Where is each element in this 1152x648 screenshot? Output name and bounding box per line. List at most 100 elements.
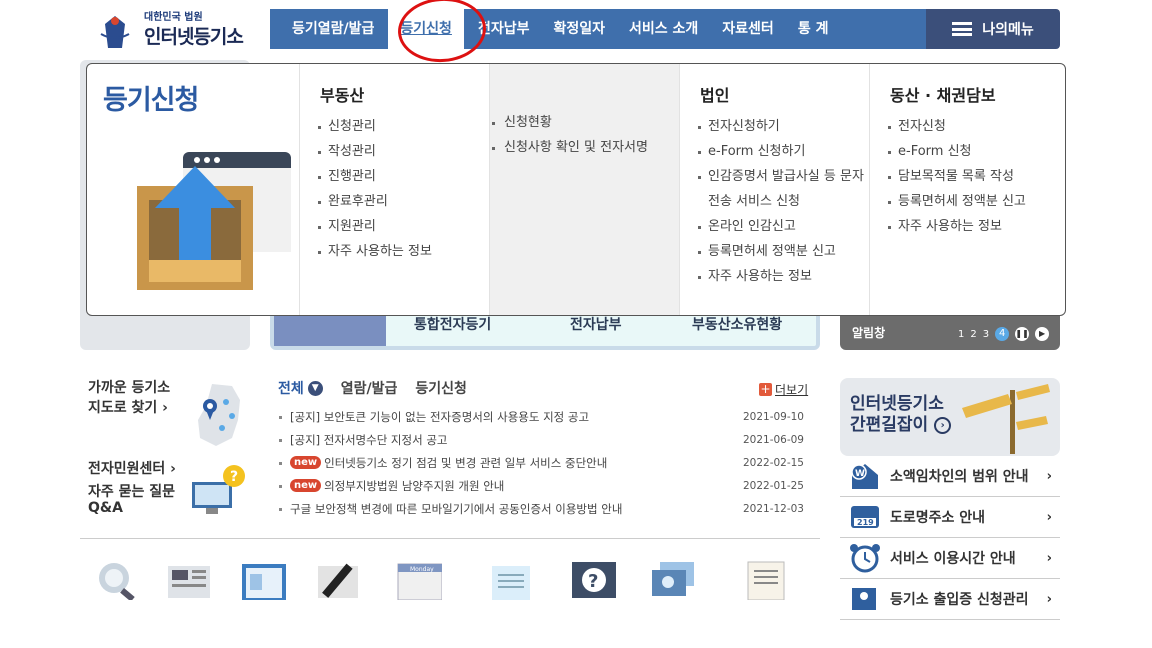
logo-subtitle: 대한민국 법원 — [144, 12, 203, 23]
main-nav: 등기열람/발급 등기신청 전자납부 확정일자 서비스 소개 자료센터 통 계 — [270, 9, 926, 49]
guide-line1: 인터넷등기소 — [850, 394, 944, 414]
menu-heading: 법인 — [700, 86, 730, 105]
pager-page-current[interactable]: 4 — [995, 327, 1010, 341]
chevron-right-icon: › — [1046, 550, 1052, 566]
news-text: 구글 보안정책 변경에 따른 모바일기기에서 공동인증서 이용방법 안내 — [290, 501, 623, 516]
nearby-registry-link[interactable]: 가까운 등기소 지도로 찾기 › — [88, 378, 198, 418]
menu-item[interactable]: 작성관리 — [316, 139, 489, 164]
nav-item-view-issue[interactable]: 등기열람/발급 — [280, 9, 386, 49]
menu-column-status: 신청현황 신청사항 확인 및 전자서명 — [489, 64, 679, 315]
menu-item[interactable]: 신청사항 확인 및 전자서명 — [490, 135, 679, 160]
certificate-icon[interactable] — [744, 560, 790, 601]
magnifier-icon[interactable] — [94, 560, 140, 602]
guide-line2: 간편길잡이 — [850, 415, 929, 435]
menu-item[interactable]: e-Form 신청 — [886, 139, 1065, 164]
my-menu-button[interactable]: 나의메뉴 — [926, 9, 1060, 49]
chevron-right-icon: › — [1046, 509, 1052, 525]
faq-line1: 자주 묻는 질문 — [88, 484, 176, 500]
pause-icon[interactable]: ❚❚ — [1015, 327, 1030, 341]
nav-item-fixed-date[interactable]: 확정일자 — [541, 9, 617, 49]
news-item[interactable]: new 의정부지방법원 남양주지원 개원 안내 2022-01-25 — [278, 474, 808, 497]
menu-item[interactable]: 신청관리 — [316, 114, 489, 139]
news-item[interactable]: new 인터넷등기소 정기 점검 및 변경 관련 일부 서비스 중단안내 2022-… — [278, 451, 808, 474]
nearby-registry-line1: 가까운 등기소 — [88, 380, 171, 396]
menu-item[interactable]: 담보목적물 목록 작성 — [886, 164, 1065, 189]
monitor-document-icon[interactable] — [240, 560, 286, 600]
chevron-right-icon: › — [1046, 468, 1052, 484]
newspaper-icon[interactable] — [166, 560, 212, 600]
menu-item[interactable]: 진행관리 — [316, 164, 489, 189]
next-icon[interactable]: ▶ — [1035, 327, 1050, 341]
help-question-icon[interactable]: ? — [570, 560, 616, 600]
menu-item[interactable]: 전자신청 — [886, 114, 1065, 139]
tab-view-issue[interactable]: 열람/발급 — [341, 378, 398, 398]
mega-menu-title: 등기신청 — [103, 85, 199, 116]
arrow-right-icon: › — [934, 416, 952, 434]
quick-item-e-payment[interactable]: 전자납부 — [570, 314, 622, 334]
link-access-card[interactable]: 등기소 출입증 신청관리 › — [840, 579, 1060, 620]
pager-page[interactable]: 2 — [970, 329, 976, 340]
news-item[interactable]: [공지] 보안토큰 기능이 없는 전자증명서의 사용용도 지정 공고 2021-0… — [278, 405, 808, 428]
signpost-icon — [962, 384, 1050, 454]
menu-item[interactable]: 온라인 인감신고 — [696, 214, 869, 239]
svg-text:?: ? — [230, 469, 238, 485]
tab-all[interactable]: 전체 ▼ — [278, 378, 323, 398]
tab-registration[interactable]: 등기신청 — [415, 378, 467, 398]
news-item[interactable]: 구글 보안정책 변경에 따른 모바일기기에서 공동인증서 이용방법 안내 2021… — [278, 497, 808, 520]
news-date: 2021-12-03 — [742, 502, 804, 515]
road-sign-icon: 219 — [851, 506, 879, 528]
notice-pager: 1 2 3 4 ❚❚ ▶ — [958, 327, 1050, 341]
nav-item-statistics[interactable]: 통 계 — [786, 9, 841, 49]
news-date: 2021-09-10 — [742, 410, 804, 423]
menu-item[interactable]: 등록면허세 정액분 신고 — [886, 189, 1065, 214]
menu-item[interactable]: 자주 사용하는 정보 — [696, 264, 869, 289]
new-badge: new — [290, 456, 322, 469]
nav-item-service-intro[interactable]: 서비스 소개 — [617, 9, 710, 49]
e-civil-center-link[interactable]: 전자민원센터 › — [88, 458, 176, 478]
news-date: 2022-01-25 — [742, 479, 804, 492]
menu-heading: 부동산 — [320, 86, 365, 105]
id-card-icon — [852, 588, 876, 610]
menu-item[interactable]: 지원관리 — [316, 214, 489, 239]
tab-all-label: 전체 — [278, 381, 304, 397]
svg-text:?: ? — [588, 571, 598, 592]
service-icon-row: Monday ? — [90, 560, 800, 602]
menu-item[interactable]: 신청현황 — [490, 110, 679, 135]
upload-tray-icon — [137, 152, 291, 290]
news-text: [공지] 전자서명수단 지정서 공고 — [290, 432, 448, 447]
menu-item[interactable]: 자주 사용하는 정보 — [316, 239, 489, 264]
svg-text:Monday: Monday — [410, 566, 434, 573]
court-logo[interactable]: 대한민국 법원 인터넷등기소 — [94, 6, 264, 52]
menu-item[interactable]: 자주 사용하는 정보 — [886, 214, 1065, 239]
computer-help-icon: ? — [192, 465, 245, 514]
pen-sign-icon[interactable] — [316, 560, 362, 600]
news-item[interactable]: [공지] 전자서명수단 지정서 공고 2021-06-09 — [278, 428, 808, 451]
pager-page[interactable]: 3 — [983, 329, 989, 340]
document-icon[interactable] — [488, 560, 534, 600]
calendar-icon[interactable]: Monday — [396, 560, 443, 601]
chevron-right-icon: › — [1046, 591, 1052, 607]
svg-text:W: W — [855, 469, 865, 479]
menu-item[interactable]: e-Form 신청하기 — [696, 139, 869, 164]
nav-item-data-center[interactable]: 자료센터 — [710, 9, 786, 49]
news-list: [공지] 보안토큰 기능이 없는 전자증명서의 사용용도 지정 공고 2021-0… — [278, 405, 808, 520]
menu-item[interactable]: 등록면허세 정액분 신고 — [696, 239, 869, 264]
faq-link[interactable]: 자주 묻는 질문 Q&A — [88, 484, 175, 516]
link-small-tenant-range[interactable]: W 소액임차인의 범위 안내 › — [840, 456, 1060, 497]
nearby-registry-line2: 지도로 찾기 › — [88, 400, 168, 416]
menu-column-real-estate: 부동산 신청관리 작성관리 진행관리 완료후관리 지원관리 자주 사용하는 정보 — [299, 64, 489, 315]
menu-heading: 동산 · 채권담보 — [890, 86, 996, 105]
link-service-hours[interactable]: 서비스 이용시간 안내 › — [840, 538, 1060, 579]
menu-item[interactable]: 인감증명서 발급사실 등 문자전송 서비스 신청 — [696, 164, 869, 214]
quick-item-property-ownership[interactable]: 부동산소유현황 — [692, 314, 782, 334]
pager-page[interactable]: 1 — [958, 329, 964, 340]
easy-guide-banner[interactable]: 인터넷등기소 간편길잡이 › — [840, 378, 1060, 456]
menu-item[interactable]: 전자신청하기 — [696, 114, 869, 139]
presentation-icon[interactable] — [650, 560, 696, 600]
menu-column-movable-collateral: 동산 · 채권담보 전자신청 e-Form 신청 담보목적물 목록 작성 등록면… — [869, 64, 1065, 315]
house-won-icon: W — [851, 464, 878, 489]
menu-item[interactable]: 완료후관리 — [316, 189, 489, 214]
quick-item-integrated-e-registry[interactable]: 통합전자등기 — [414, 314, 491, 334]
more-link[interactable]: + 더보기 — [759, 381, 808, 398]
link-road-address[interactable]: 219 도로명주소 안내 › — [840, 497, 1060, 538]
